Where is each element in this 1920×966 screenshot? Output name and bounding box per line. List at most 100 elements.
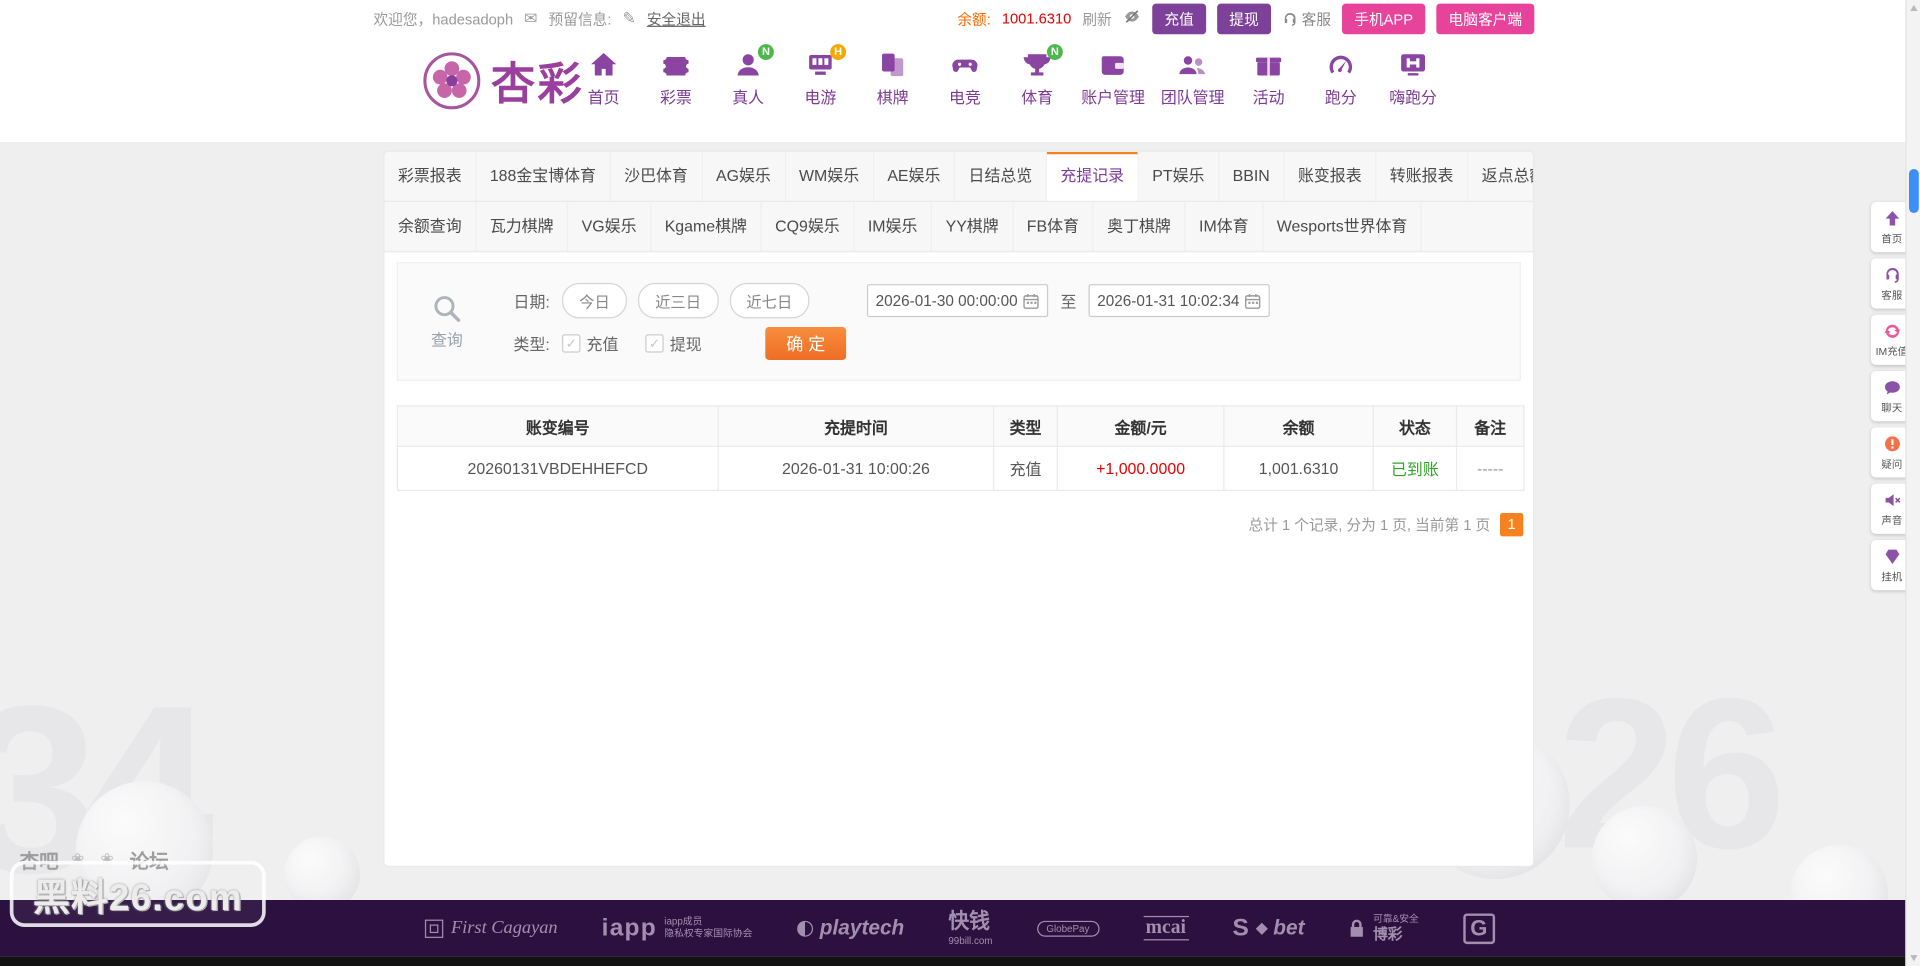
tab-balance-query[interactable]: 余额查询 (384, 202, 477, 252)
site-watermark: 黑料26.com (9, 860, 267, 927)
tab-188-sports[interactable]: 188金宝博体育 (476, 151, 611, 201)
partner-mcai: mcai (1143, 915, 1189, 941)
customer-service-link[interactable]: 客服 (1282, 8, 1331, 29)
nav-item-home[interactable]: 首页 (576, 49, 632, 108)
tab-kgame[interactable]: Kgame棋牌 (651, 202, 762, 252)
scroll-down-arrow[interactable] (1910, 955, 1918, 962)
date-to-input[interactable] (1088, 284, 1270, 318)
partner-99bill: 快钱 99bill.com (948, 910, 993, 947)
mail-icon: ✉ (524, 8, 538, 27)
tab-im-games[interactable]: IM娱乐 (854, 202, 933, 252)
search-icon (434, 296, 461, 322)
tab-daily-summary[interactable]: 日结总览 (955, 151, 1047, 201)
vertical-scrollbar[interactable] (1905, 0, 1920, 966)
headset-icon (1885, 268, 1899, 283)
tab-cq9[interactable]: CQ9娱乐 (762, 202, 855, 252)
nav-item-lottery[interactable]: 彩票 (648, 49, 704, 108)
col-header-type: 类型 (993, 405, 1058, 447)
withdraw-checkbox[interactable]: ✓ 提现 (645, 332, 702, 355)
playtech-icon (796, 920, 813, 937)
recharge-button[interactable]: 充值 (1152, 3, 1207, 34)
tab-saba-sports[interactable]: 沙巴体育 (611, 151, 703, 201)
edit-icon[interactable]: ✎ (622, 9, 635, 29)
recharge-checkbox[interactable]: ✓ 充值 (562, 332, 618, 355)
nav-item-esports[interactable]: 电竞 (937, 49, 993, 108)
headset-icon (1284, 12, 1296, 26)
tab-vg[interactable]: VG娱乐 (568, 202, 652, 252)
cell-status: 已到账 (1372, 445, 1458, 492)
home-icon (591, 52, 617, 76)
calendar-icon (1245, 293, 1261, 309)
site-logo[interactable]: 杏彩 (422, 49, 584, 113)
diamond-icon (1255, 922, 1268, 935)
col-header-balance: 余额 (1223, 405, 1374, 447)
tab-yy-board[interactable]: YY棋牌 (932, 202, 1014, 252)
date-label: 日期: (513, 292, 550, 312)
header-area: 欢迎您，hadesadoph ✉ 预留信息: ✎ 安全退出 余额: 1001.6… (0, 0, 1920, 143)
nav-item-live[interactable]: N 真人 (720, 44, 776, 108)
partner-g-logo: G (1462, 912, 1495, 944)
mute-speaker-icon (1884, 494, 1900, 507)
tab-transfer-report[interactable]: 转账报表 (1376, 151, 1469, 201)
eye-off-icon[interactable] (1123, 7, 1141, 29)
nav-item-account[interactable]: 账户管理 (1081, 49, 1145, 108)
partner-playtech: playtech (796, 916, 904, 940)
logout-link[interactable]: 安全退出 (647, 8, 706, 29)
tab-wali-board[interactable]: 瓦力棋牌 (476, 202, 569, 252)
page-1-button[interactable]: 1 (1500, 513, 1524, 537)
tab-wm[interactable]: WM娱乐 (786, 151, 874, 201)
tab-aoding-board[interactable]: 奥丁棋牌 (1094, 202, 1186, 252)
nav-item-sports[interactable]: N 体育 (1009, 44, 1065, 108)
type-label: 类型: (513, 335, 550, 354)
tab-ag[interactable]: AG娱乐 (703, 151, 786, 201)
tab-pt[interactable]: PT娱乐 (1139, 151, 1220, 201)
col-header-amount: 金额/元 (1056, 405, 1225, 447)
tab-ae[interactable]: AE娱乐 (874, 151, 956, 201)
quick-today-button[interactable]: 今日 (562, 282, 627, 319)
nav-item-team[interactable]: 团队管理 (1161, 49, 1225, 108)
tab-rebate-total[interactable]: 返点总额 (1468, 152, 1533, 201)
nav-item-promotions[interactable]: 活动 (1240, 49, 1296, 108)
scroll-up-arrow[interactable] (1910, 4, 1918, 12)
tab-wesports[interactable]: Wesports世界体育 (1263, 202, 1423, 252)
tab-bbin[interactable]: BBIN (1219, 151, 1285, 201)
monitor-h-icon (1401, 54, 1426, 76)
tab-account-change-report[interactable]: 账变报表 (1284, 151, 1377, 201)
mobile-app-button[interactable]: 手机APP (1342, 3, 1426, 34)
cell-time: 2026-01-31 10:00:26 (717, 445, 995, 492)
pc-client-button[interactable]: 电脑客户端 (1436, 3, 1535, 34)
bottom-black-bar (0, 956, 1920, 966)
decor-ball (1591, 805, 1698, 912)
gift-icon (1256, 57, 1282, 76)
pagination-summary: 总计 1 个记录, 分为 1 页, 当前第 1 页 (1248, 516, 1491, 534)
col-header-time: 充提时间 (717, 405, 995, 447)
tab-im-sports[interactable]: IM体育 (1186, 202, 1264, 252)
quick-7days-button[interactable]: 近七日 (729, 282, 810, 319)
col-header-status: 状态 (1372, 405, 1458, 447)
pagination: 总计 1 个记录, 分为 1 页, 当前第 1 页 1 (397, 513, 1524, 537)
page: 34 26 欢迎您，hadesadoph ✉ 预留信息: ✎ 安全退出 余额: … (0, 0, 1920, 966)
tab-fb-sports[interactable]: FB体育 (1013, 202, 1094, 252)
partner-first-cagayan: First Cagayan (425, 918, 558, 939)
tab-row-1: 彩票报表 188金宝博体育 沙巴体育 AG娱乐 WM娱乐 AE娱乐 日结总览 充… (384, 151, 1534, 203)
tab-deposit-withdraw-records[interactable]: 充提记录 (1046, 151, 1139, 201)
nav-item-hi-paofen[interactable]: 嗨跑分 (1385, 49, 1441, 108)
withdraw-button[interactable]: 提现 (1217, 3, 1271, 34)
col-header-id: 账变编号 (396, 405, 719, 447)
confirm-button[interactable]: 确 定 (765, 326, 847, 360)
nav-item-egames[interactable]: H 电游 (792, 44, 848, 108)
quick-3days-button[interactable]: 近三日 (637, 282, 719, 319)
welcome-text: 欢迎您，hadesadoph (373, 10, 514, 28)
tab-row-2: 余额查询 瓦力棋牌 VG娱乐 Kgame棋牌 CQ9娱乐 IM娱乐 YY棋牌 F… (384, 202, 1534, 253)
scrollbar-thumb[interactable] (1908, 168, 1919, 214)
lock-icon (1351, 919, 1364, 937)
cell-remark: ----- (1455, 445, 1525, 492)
reserved-info-label: 预留信息: (548, 10, 612, 28)
date-from-input[interactable] (866, 284, 1049, 318)
flower-logo-icon (423, 52, 481, 110)
refresh-link[interactable]: 刷新 (1082, 8, 1111, 29)
nav-item-boardgames[interactable]: 棋牌 (864, 49, 920, 108)
nav-item-paofen[interactable]: 跑分 (1313, 49, 1369, 108)
table-header-row: 账变编号 充提时间 类型 金额/元 余额 状态 备注 (396, 405, 1525, 447)
tab-lottery-report[interactable]: 彩票报表 (384, 151, 477, 201)
